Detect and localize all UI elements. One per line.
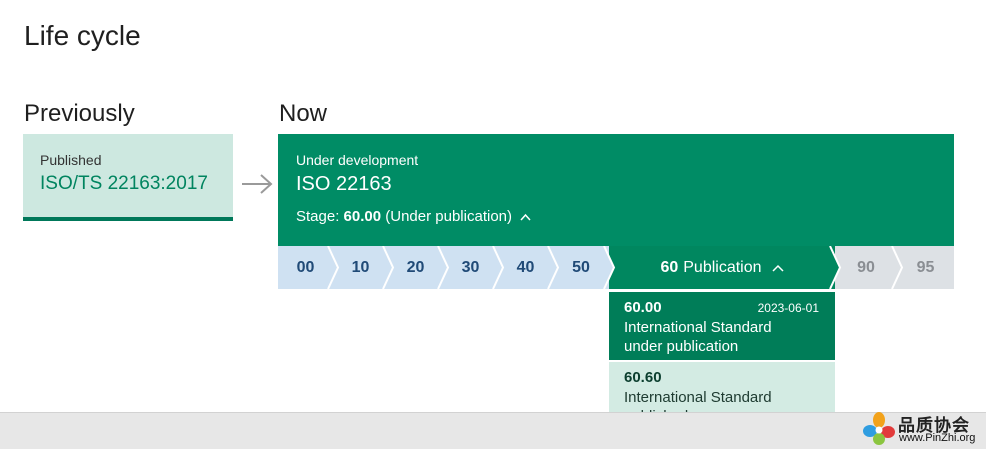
page-title: Life cycle (24, 20, 141, 51)
current-status: Under development (296, 152, 419, 168)
footer-band (0, 412, 986, 449)
previous-status: Published (40, 152, 102, 168)
stage-code-label: 10 (351, 258, 370, 276)
stage-10[interactable]: 10 (333, 246, 388, 289)
stage-separator (437, 246, 450, 289)
stage-code-label: 90 (857, 258, 875, 276)
stage-30[interactable]: 30 (443, 246, 498, 289)
stage-code-label: 20 (406, 258, 425, 276)
stage-20[interactable]: 20 (388, 246, 443, 289)
stage-40[interactable]: 40 (498, 246, 553, 289)
stage-code-label: 00 (296, 258, 315, 276)
previously-heading: Previously (24, 100, 135, 127)
stage-90[interactable]: 90 (835, 246, 897, 289)
substage-code: 60.60 (624, 369, 662, 386)
stage-95[interactable]: 95 (897, 246, 954, 289)
chevron-up-icon (772, 264, 784, 272)
stage-separator (547, 246, 560, 289)
stage-code-label: 95 (916, 258, 935, 276)
stage-separator (492, 246, 505, 289)
stage-code-label: 40 (516, 258, 535, 276)
substage-desc-line1: International Standard (624, 319, 772, 336)
flower-logo-icon (863, 412, 895, 445)
stage-separator (828, 246, 842, 289)
stage-separator (891, 246, 904, 289)
watermark: 品质协会 www.PinZhi.org (862, 410, 986, 448)
stage-code-label: 30 (461, 258, 480, 276)
chevron-up-icon (520, 213, 531, 221)
substage-date: 2023-06-01 (757, 301, 819, 315)
stage-separator (327, 246, 340, 289)
stage-code: 60.00 (343, 208, 382, 225)
current-reference: ISO 22163 (296, 173, 392, 195)
stage-name: (Under publication) (385, 208, 512, 225)
substage-description: International Standard under publication (624, 318, 835, 356)
stage-code-label: 60 (660, 258, 679, 276)
stage-bar: 00 10 20 30 40 50 60 Publication 90 95 (278, 246, 954, 289)
stage-separator (382, 246, 395, 289)
current-edition-card: Under development ISO 22163 Stage: 60.00… (278, 134, 954, 246)
arrow-right-icon (242, 174, 273, 194)
now-heading: Now (279, 100, 328, 127)
stage-60-active[interactable]: 60 Publication (609, 246, 835, 289)
substage-current: 60.00 2023-06-01 International Standard … (609, 292, 835, 360)
stage-00[interactable]: 00 (278, 246, 333, 289)
substage-desc-line2: under publication (624, 338, 739, 355)
stage-code-label: 50 (572, 258, 590, 276)
previous-edition-card[interactable]: Published ISO/TS 22163:2017 (23, 134, 233, 221)
stage-prefix: Stage: (296, 208, 340, 225)
substage-desc-line1: International Standard (624, 389, 772, 406)
current-stage-toggle[interactable]: Stage: 60.00 (Under publication) (296, 208, 954, 225)
stage-name-label: Publication (683, 258, 762, 276)
stage-separator (602, 246, 616, 289)
stage-50[interactable]: 50 (553, 246, 609, 289)
watermark-url[interactable]: www.PinZhi.org (899, 432, 975, 444)
previous-reference-link[interactable]: ISO/TS 22163:2017 (40, 173, 233, 195)
